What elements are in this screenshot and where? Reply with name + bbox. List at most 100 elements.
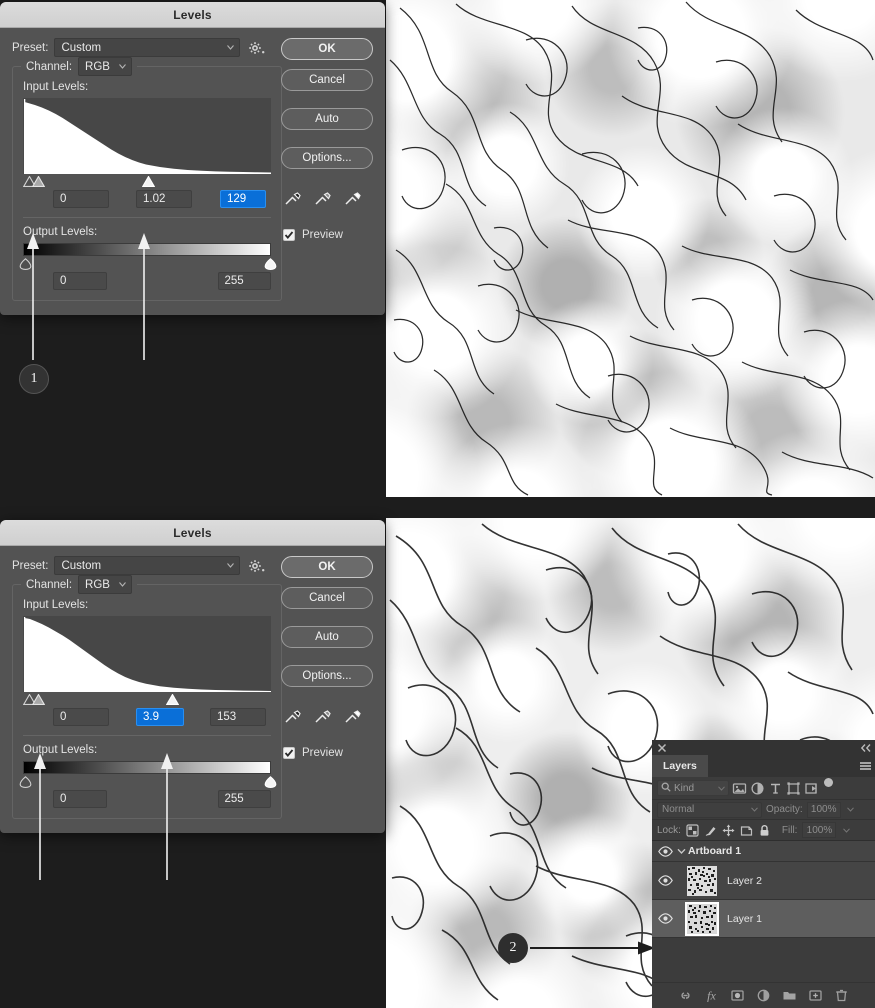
input-white-point-handle[interactable] xyxy=(166,694,179,705)
fill-value-field[interactable]: 100% xyxy=(802,822,837,838)
shape-layer-filter-icon[interactable] xyxy=(786,781,801,796)
input-levels-label: Input Levels: xyxy=(23,599,89,611)
noise-thumbnail-image xyxy=(687,865,717,896)
output-gradient-bar[interactable] xyxy=(23,243,271,256)
preset-select[interactable]: Custom xyxy=(54,556,241,575)
preview-checkbox[interactable] xyxy=(283,229,295,241)
layer-style-fx-icon[interactable]: fx xyxy=(704,988,719,1003)
new-layer-icon[interactable] xyxy=(808,988,823,1003)
cancel-button[interactable]: Cancel xyxy=(281,69,373,91)
canvas-preview-top[interactable] xyxy=(386,0,875,497)
output-black-value: 0 xyxy=(60,793,67,805)
lock-all-icon[interactable] xyxy=(758,824,771,837)
gray-point-eyedropper-icon[interactable] xyxy=(313,706,332,725)
opacity-value-field[interactable]: 100% xyxy=(806,801,841,818)
input-black-field[interactable]: 0 xyxy=(53,190,109,208)
opacity-chevron-down-icon[interactable] xyxy=(845,802,856,818)
pixel-layer-filter-icon[interactable] xyxy=(732,781,747,796)
table-row[interactable]: Layer 1 xyxy=(652,900,875,938)
lock-image-pixels-icon[interactable] xyxy=(704,824,717,837)
output-white-field[interactable]: 255 xyxy=(217,272,271,290)
table-row[interactable]: Artboard 1 xyxy=(652,841,875,862)
black-point-eyedropper-icon[interactable] xyxy=(283,706,302,725)
double-chevron-left-icon[interactable] xyxy=(860,743,871,753)
visibility-eye-icon[interactable] xyxy=(658,874,674,888)
preview-label: Preview xyxy=(302,747,343,759)
input-gamma-handle[interactable] xyxy=(32,176,45,187)
output-black-field[interactable]: 0 xyxy=(53,272,107,290)
input-slider-track[interactable] xyxy=(23,175,271,188)
output-black-handle[interactable] xyxy=(19,258,32,270)
table-row[interactable]: Layer 2 xyxy=(652,862,875,900)
input-gamma-handle[interactable] xyxy=(32,694,45,705)
layer-name: Layer 1 xyxy=(727,912,763,925)
new-group-icon[interactable] xyxy=(782,988,797,1003)
visibility-eye-icon[interactable] xyxy=(658,844,674,858)
white-point-eyedropper-icon[interactable] xyxy=(343,188,362,207)
channel-select[interactable]: RGB xyxy=(78,575,133,594)
input-white-field[interactable]: 153 xyxy=(210,708,266,726)
tab-layers[interactable]: Layers xyxy=(652,755,708,777)
black-point-eyedropper-icon[interactable] xyxy=(283,188,302,207)
close-icon[interactable] xyxy=(657,743,667,753)
layer-thumbnail[interactable] xyxy=(685,901,719,936)
kind-filter-select[interactable]: Kind xyxy=(657,780,729,796)
chevron-down-icon[interactable] xyxy=(674,848,688,855)
input-histogram[interactable] xyxy=(23,616,271,692)
channel-select[interactable]: RGB xyxy=(78,57,133,76)
input-histogram[interactable] xyxy=(23,98,271,174)
filter-toggle-switch[interactable] xyxy=(824,778,833,787)
white-point-eyedropper-icon[interactable] xyxy=(343,706,362,725)
fill-chevron-down-icon[interactable] xyxy=(841,822,852,838)
fill-value: 100% xyxy=(806,824,833,836)
levels-dialog-2[interactable]: Levels Preset: Custom Channel: RGB Input… xyxy=(0,520,385,833)
preview-row[interactable]: Preview xyxy=(281,229,373,241)
add-layer-mask-icon[interactable] xyxy=(730,988,745,1003)
gear-icon[interactable] xyxy=(248,558,266,574)
output-slider-track[interactable] xyxy=(19,775,277,788)
input-black-field[interactable]: 0 xyxy=(53,708,109,726)
gray-point-eyedropper-icon[interactable] xyxy=(313,188,332,207)
type-layer-filter-icon[interactable] xyxy=(768,781,783,796)
input-slider-track[interactable] xyxy=(23,693,271,706)
hamburger-menu-icon[interactable] xyxy=(855,755,875,777)
preview-checkbox[interactable] xyxy=(283,747,295,759)
options-button[interactable]: Options... xyxy=(281,147,373,169)
layer-thumbnail[interactable] xyxy=(687,865,717,896)
input-gamma-field[interactable]: 1.02 xyxy=(136,190,192,208)
adjustment-layer-filter-icon[interactable] xyxy=(750,781,765,796)
link-layers-icon[interactable] xyxy=(678,988,693,1003)
input-black-value: 0 xyxy=(60,193,67,205)
auto-button[interactable]: Auto xyxy=(281,108,373,130)
preview-row[interactable]: Preview xyxy=(281,747,373,759)
input-white-field[interactable]: 129 xyxy=(220,190,266,208)
lock-artboard-nesting-icon[interactable] xyxy=(740,824,753,837)
difference-clouds-contours xyxy=(386,0,875,497)
output-slider-track[interactable] xyxy=(19,257,277,270)
auto-button[interactable]: Auto xyxy=(281,626,373,648)
output-gradient-bar[interactable] xyxy=(23,761,271,774)
blend-mode-select[interactable]: Normal xyxy=(657,801,762,818)
lock-transparent-pixels-icon[interactable] xyxy=(686,823,699,837)
preset-select[interactable]: Custom xyxy=(54,38,241,57)
lock-position-icon[interactable] xyxy=(722,824,735,837)
output-white-field[interactable]: 255 xyxy=(217,790,271,808)
screenshot-root: Levels Preset: Custom Channel: RGB Input… xyxy=(0,0,875,1008)
cancel-button[interactable]: Cancel xyxy=(281,587,373,609)
new-adjustment-layer-icon[interactable] xyxy=(756,988,771,1003)
levels-dialog-1[interactable]: Levels Preset: Custom Channel: RGB Input… xyxy=(0,2,385,315)
ok-button[interactable]: OK xyxy=(281,38,373,60)
output-white-handle[interactable] xyxy=(264,776,277,788)
input-gamma-field[interactable]: 3.9 xyxy=(136,708,184,726)
output-white-handle[interactable] xyxy=(264,258,277,270)
options-button[interactable]: Options... xyxy=(281,665,373,687)
input-white-point-handle[interactable] xyxy=(142,176,155,187)
gear-icon[interactable] xyxy=(248,40,266,56)
output-black-handle[interactable] xyxy=(19,776,32,788)
output-black-field[interactable]: 0 xyxy=(53,790,107,808)
ok-button[interactable]: OK xyxy=(281,556,373,578)
smart-object-filter-icon[interactable] xyxy=(804,781,819,796)
visibility-eye-icon[interactable] xyxy=(658,912,674,926)
layers-panel[interactable]: Layers Kind Normal Opacity: 100% Lock: F… xyxy=(652,740,875,1008)
delete-layer-icon[interactable] xyxy=(834,988,849,1003)
